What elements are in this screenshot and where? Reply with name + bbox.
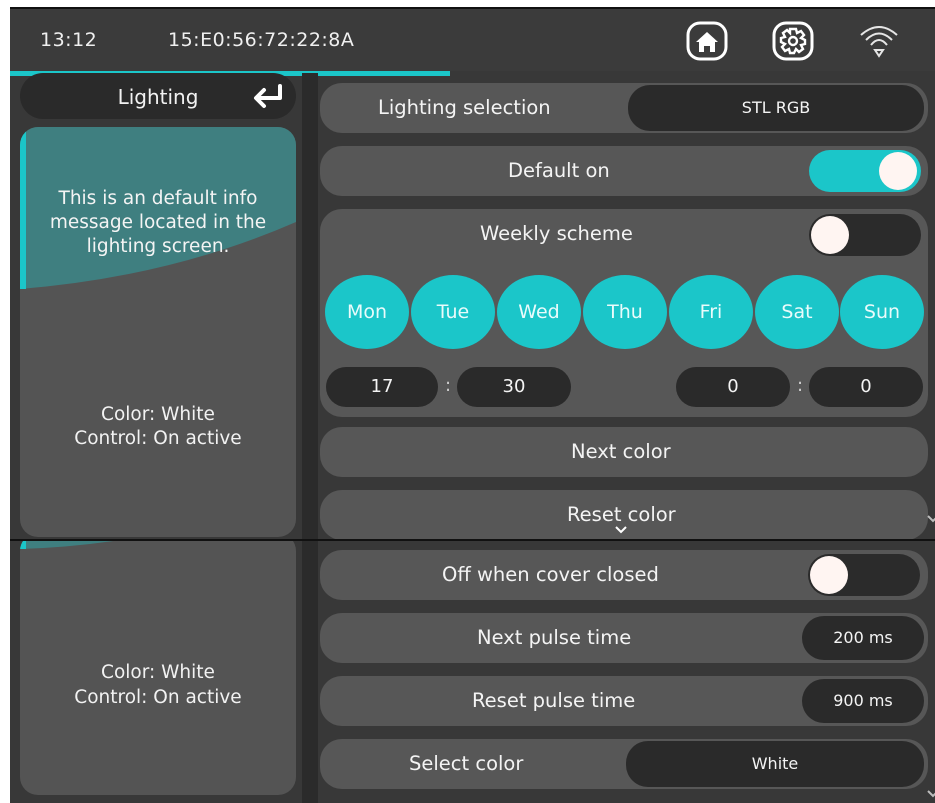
lighting-screen-bottom: Color: White Control: On active Off when…: [10, 541, 935, 803]
panel-divider: [302, 73, 318, 539]
weekly-scheme-toggle[interactable]: [809, 214, 921, 256]
lighting-screen-top: 13:12 15:E0:56:72:22:8A Lighting This is…: [10, 7, 935, 541]
day-fri-button[interactable]: Fri: [669, 275, 753, 349]
info-panel: This is an default info message located …: [20, 127, 296, 537]
reset-pulse-time-label: Reset pulse time: [472, 689, 636, 712]
off-when-cover-closed-label: Off when cover closed: [442, 563, 659, 586]
reset-pulse-time-field[interactable]: 900 ms: [802, 679, 924, 723]
day-sat-button[interactable]: Sat: [755, 275, 839, 349]
select-color-dropdown[interactable]: White: [626, 741, 924, 787]
info-wave-background: [20, 541, 114, 549]
next-pulse-time-row: Next pulse time 200 ms: [320, 613, 928, 663]
control-status: Control: On active: [74, 687, 242, 708]
gear-icon[interactable]: [772, 21, 814, 61]
back-arrow-icon[interactable]: [250, 81, 284, 111]
info-panel-scrolled: Color: White Control: On active: [20, 541, 296, 795]
default-on-row: Default on: [320, 146, 928, 196]
day-wed-button[interactable]: Wed: [497, 275, 581, 349]
day-tue-button[interactable]: Tue: [411, 275, 495, 349]
reset-pulse-time-row: Reset pulse time 900 ms: [320, 676, 928, 726]
time-separator: :: [445, 375, 452, 396]
start-hour-field[interactable]: 17: [326, 367, 438, 407]
device-id: 15:E0:56:72:22:8A: [168, 29, 355, 51]
wifi-icon: [858, 21, 900, 61]
next-pulse-time-field[interactable]: 200 ms: [802, 616, 924, 660]
home-icon[interactable]: [686, 21, 728, 61]
panel-divider: [302, 541, 318, 803]
clock: 13:12: [40, 29, 98, 51]
off-when-cover-closed-toggle[interactable]: [808, 554, 920, 596]
time-separator: :: [797, 375, 804, 396]
scroll-down-chevron-icon[interactable]: [614, 525, 628, 535]
resize-handle-icon: [927, 790, 935, 798]
end-hour-field[interactable]: 0: [676, 367, 790, 407]
resize-handle-icon: [927, 515, 935, 523]
lighting-title-bar: Lighting: [20, 73, 296, 119]
day-sun-button[interactable]: Sun: [840, 275, 924, 349]
status-bar: 13:12 15:E0:56:72:22:8A: [10, 9, 935, 71]
control-status: Control: On active: [74, 428, 242, 449]
end-minute-field[interactable]: 0: [809, 367, 923, 407]
select-color-row: Select color White: [320, 739, 928, 789]
color-status: Color: White: [101, 404, 215, 425]
default-on-label: Default on: [508, 159, 610, 182]
toggle-knob: [810, 556, 848, 594]
next-color-label: Next color: [571, 440, 671, 463]
default-on-toggle[interactable]: [809, 150, 921, 192]
next-pulse-time-label: Next pulse time: [477, 626, 632, 649]
weekly-scheme-label: Weekly scheme: [480, 222, 633, 245]
day-thu-button[interactable]: Thu: [583, 275, 667, 349]
next-color-button[interactable]: Next color: [320, 427, 928, 477]
lighting-selection-row: Lighting selection STL RGB: [320, 83, 928, 133]
info-message: This is an default info message located …: [49, 188, 267, 257]
select-color-label: Select color: [409, 752, 524, 775]
lighting-selection-label: Lighting selection: [378, 96, 551, 119]
weekly-scheme-panel: Weekly scheme Mon Tue Wed Thu Fri Sat Su…: [320, 209, 928, 417]
day-mon-button[interactable]: Mon: [325, 275, 409, 349]
reset-color-label: Reset color: [567, 503, 676, 526]
off-when-cover-closed-row: Off when cover closed: [320, 550, 928, 600]
start-minute-field[interactable]: 30: [457, 367, 571, 407]
color-status: Color: White: [101, 662, 215, 683]
lighting-selection-dropdown[interactable]: STL RGB: [628, 85, 924, 131]
toggle-knob: [811, 216, 849, 254]
toggle-knob: [879, 152, 917, 190]
